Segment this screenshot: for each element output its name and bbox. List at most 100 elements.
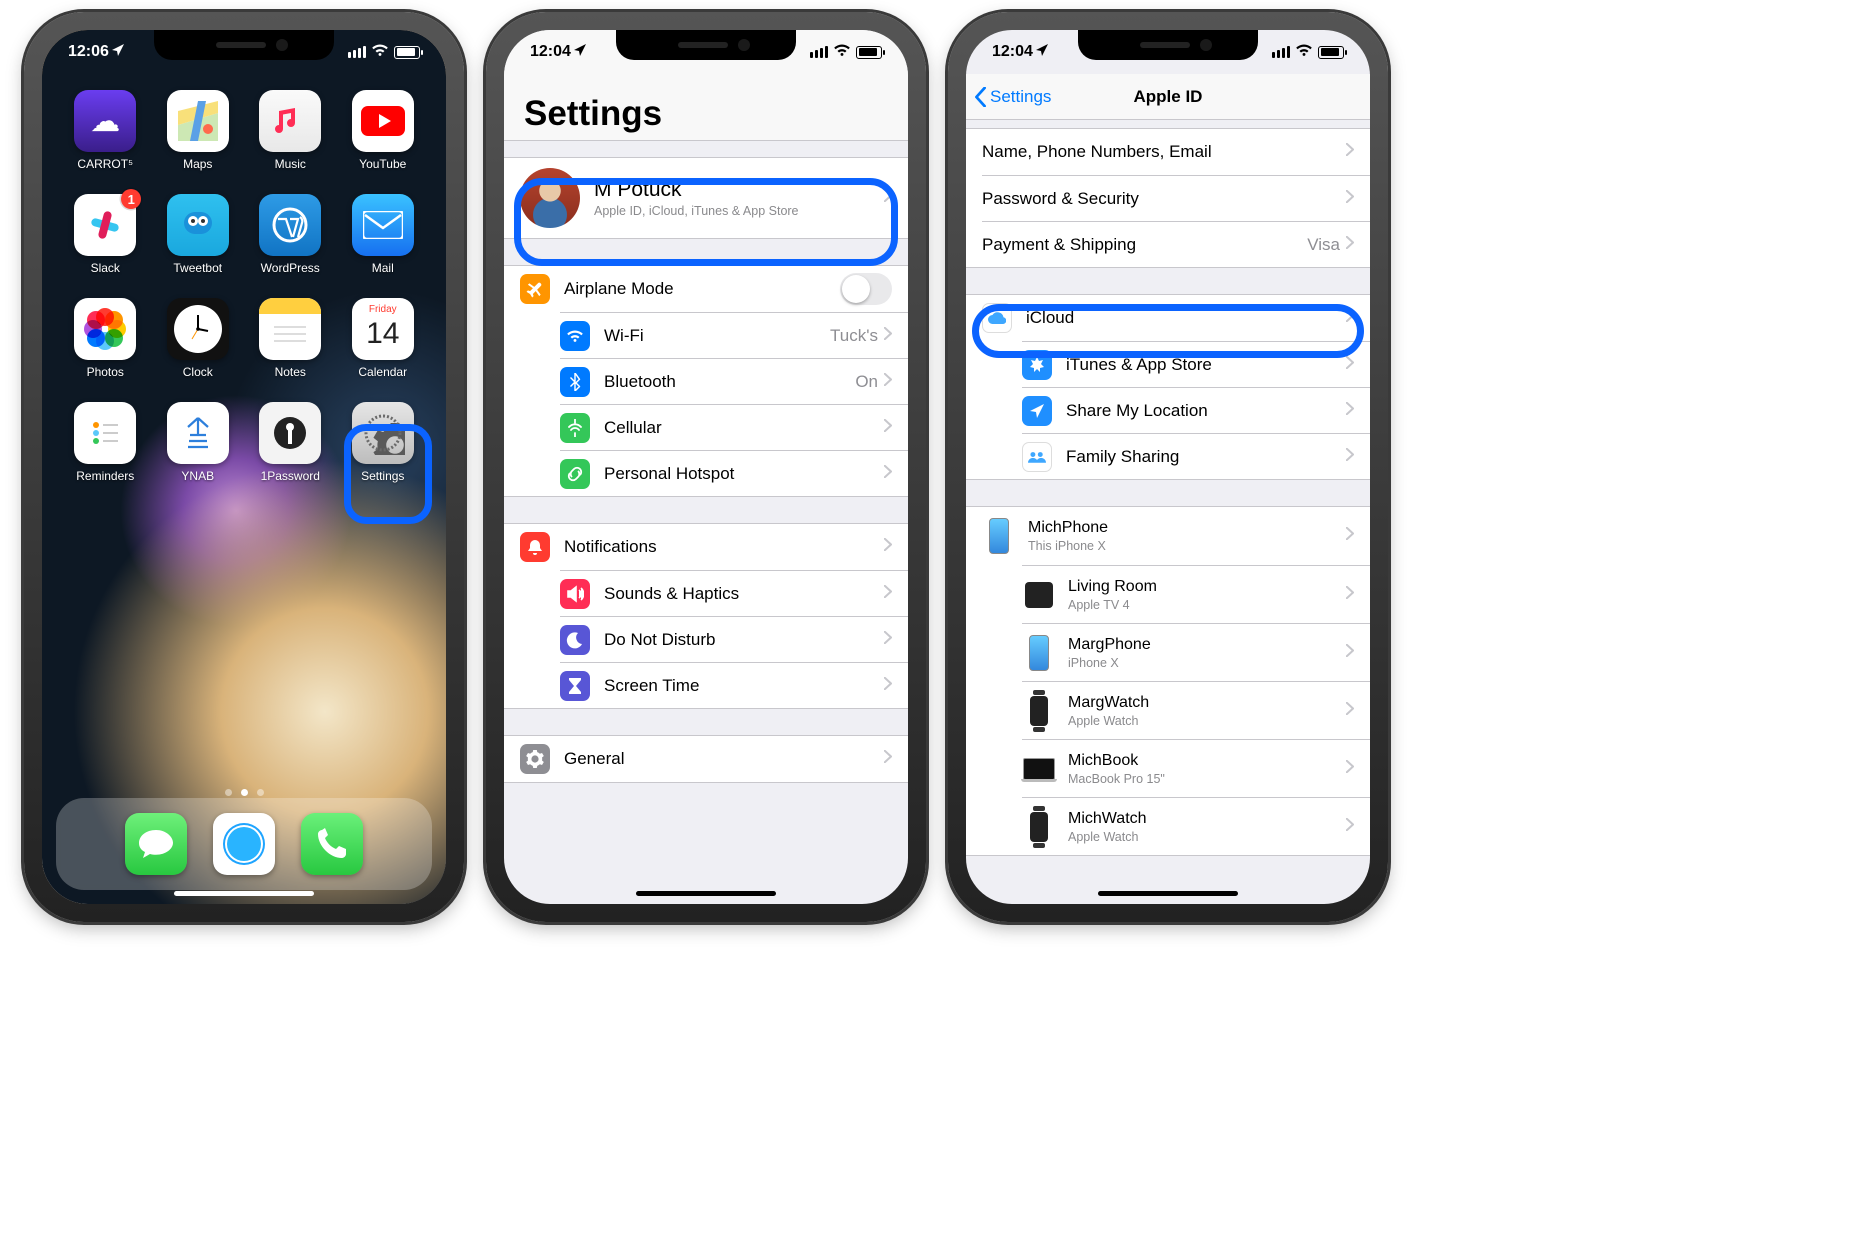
chevron-icon: [1346, 448, 1354, 466]
row-value: On: [855, 372, 878, 392]
row-label: Personal Hotspot: [604, 464, 884, 484]
home-indicator[interactable]: [174, 891, 314, 896]
row-bt[interactable]: BluetoothOn: [560, 358, 908, 404]
row-payment-shipping[interactable]: Payment & ShippingVisa: [982, 221, 1370, 267]
bt-icon: [560, 367, 590, 397]
notch: [1078, 30, 1258, 60]
row-sound[interactable]: Sounds & Haptics: [560, 570, 908, 616]
app-music[interactable]: Music: [259, 90, 321, 188]
row-share[interactable]: Share My Location: [1022, 387, 1370, 433]
cellular-icon: [348, 46, 367, 58]
app-calendar[interactable]: Friday 14 Calendar: [352, 298, 414, 396]
app-reminders[interactable]: Reminders: [74, 402, 136, 500]
app-tweetbot[interactable]: Tweetbot: [167, 194, 229, 292]
device-thumb: [1022, 807, 1056, 847]
battery-icon: [1318, 46, 1344, 59]
row-screentime[interactable]: Screen Time: [560, 662, 908, 708]
row-dnd[interactable]: Do Not Disturb: [560, 616, 908, 662]
phone-apple-id: 12:04 Settings Apple ID Name, Phone Numb…: [948, 12, 1388, 922]
dock-messages[interactable]: [125, 813, 187, 875]
row-label: Do Not Disturb: [604, 630, 884, 650]
device-michwatch[interactable]: MichWatchApple Watch: [1022, 797, 1370, 855]
device-michbook[interactable]: MichBookMacBook Pro 15": [1022, 739, 1370, 797]
row-label: Sounds & Haptics: [604, 584, 884, 604]
row-airplane[interactable]: Airplane Mode: [504, 266, 908, 312]
app-youtube[interactable]: YouTube: [352, 90, 414, 188]
device-michphone[interactable]: MichPhoneThis iPhone X: [966, 507, 1370, 565]
app-clock[interactable]: Clock: [167, 298, 229, 396]
row-name-phone-numbers-email[interactable]: Name, Phone Numbers, Email: [966, 129, 1370, 175]
device-name: MargPhone: [1068, 636, 1346, 654]
status-time: 12:04: [992, 43, 1033, 61]
row-label: iCloud: [1026, 308, 1346, 328]
itunes-icon: [1022, 350, 1052, 380]
row-icloud[interactable]: iCloud: [966, 295, 1370, 341]
app-1password[interactable]: 1Password: [259, 402, 321, 500]
device-margwatch[interactable]: MargWatchApple Watch: [1022, 681, 1370, 739]
row-value: Visa: [1307, 235, 1340, 255]
row-label: Password & Security: [982, 189, 1346, 209]
app-wordpress[interactable]: WordPress: [259, 194, 321, 292]
status-time: 12:04: [530, 43, 571, 61]
profile-subtitle: Apple ID, iCloud, iTunes & App Store: [594, 204, 884, 218]
switch[interactable]: [840, 273, 892, 305]
wifi-icon: [560, 321, 590, 351]
page-dots[interactable]: [42, 789, 446, 796]
row-password-security[interactable]: Password & Security: [982, 175, 1370, 221]
row-wifi[interactable]: Wi-FiTuck's: [560, 312, 908, 358]
row-general[interactable]: General: [504, 736, 908, 782]
chevron-icon: [884, 189, 892, 207]
row-hotspot[interactable]: Personal Hotspot: [560, 450, 908, 496]
avatar: [520, 168, 580, 228]
dock-safari[interactable]: [213, 813, 275, 875]
cellular-icon: [810, 46, 829, 58]
device-thumb: [982, 516, 1016, 556]
profile-name: M Potuck: [594, 178, 884, 202]
hotspot-icon: [560, 459, 590, 489]
chevron-icon: [884, 419, 892, 437]
row-itunes[interactable]: iTunes & App Store: [1022, 341, 1370, 387]
app-carrot[interactable]: ☁︎ CARROT⁵: [74, 90, 136, 188]
device-margphone[interactable]: MargPhoneiPhone X: [1022, 623, 1370, 681]
device-living room[interactable]: Living RoomApple TV 4: [1022, 565, 1370, 623]
app-maps[interactable]: Maps: [167, 90, 229, 188]
row-notif[interactable]: Notifications: [504, 524, 908, 570]
row-family[interactable]: Family Sharing: [1022, 433, 1370, 479]
location-icon: [1036, 43, 1048, 61]
row-label: iTunes & App Store: [1066, 355, 1346, 375]
badge: 1: [121, 189, 141, 209]
device-model: MacBook Pro 15": [1068, 772, 1346, 786]
chevron-icon: [884, 677, 892, 695]
device-thumb: [1022, 749, 1056, 789]
status-time: 12:06: [68, 43, 109, 61]
dock: [56, 798, 432, 890]
app-mail[interactable]: Mail: [352, 194, 414, 292]
share-icon: [1022, 396, 1052, 426]
row-cell[interactable]: Cellular: [560, 404, 908, 450]
apple-id-row[interactable]: M Potuck Apple ID, iCloud, iTunes & App …: [504, 158, 908, 238]
back-button[interactable]: Settings: [974, 87, 1051, 107]
app-slack[interactable]: 1 Slack: [74, 194, 136, 292]
app-photos[interactable]: Photos: [74, 298, 136, 396]
chevron-icon: [1346, 143, 1354, 161]
row-label: Payment & Shipping: [982, 235, 1307, 255]
row-value: Tuck's: [830, 326, 878, 346]
icloud-icon: [982, 303, 1012, 333]
device-name: MichPhone: [1028, 519, 1346, 537]
app-ynab[interactable]: YNAB: [167, 402, 229, 500]
device-thumb: [1022, 691, 1056, 731]
chevron-icon: [1346, 586, 1354, 604]
home-indicator[interactable]: [636, 891, 776, 896]
dnd-icon: [560, 625, 590, 655]
app-notes[interactable]: Notes: [259, 298, 321, 396]
nav-title: Apple ID: [1134, 87, 1203, 107]
app-settings[interactable]: Settings: [352, 402, 414, 500]
wifi-icon: [371, 43, 389, 62]
row-label: Wi-Fi: [604, 326, 830, 346]
chevron-icon: [884, 373, 892, 391]
chevron-icon: [1346, 760, 1354, 778]
location-icon: [112, 43, 124, 61]
home-indicator[interactable]: [1098, 891, 1238, 896]
general-icon: [520, 744, 550, 774]
dock-phone[interactable]: [301, 813, 363, 875]
